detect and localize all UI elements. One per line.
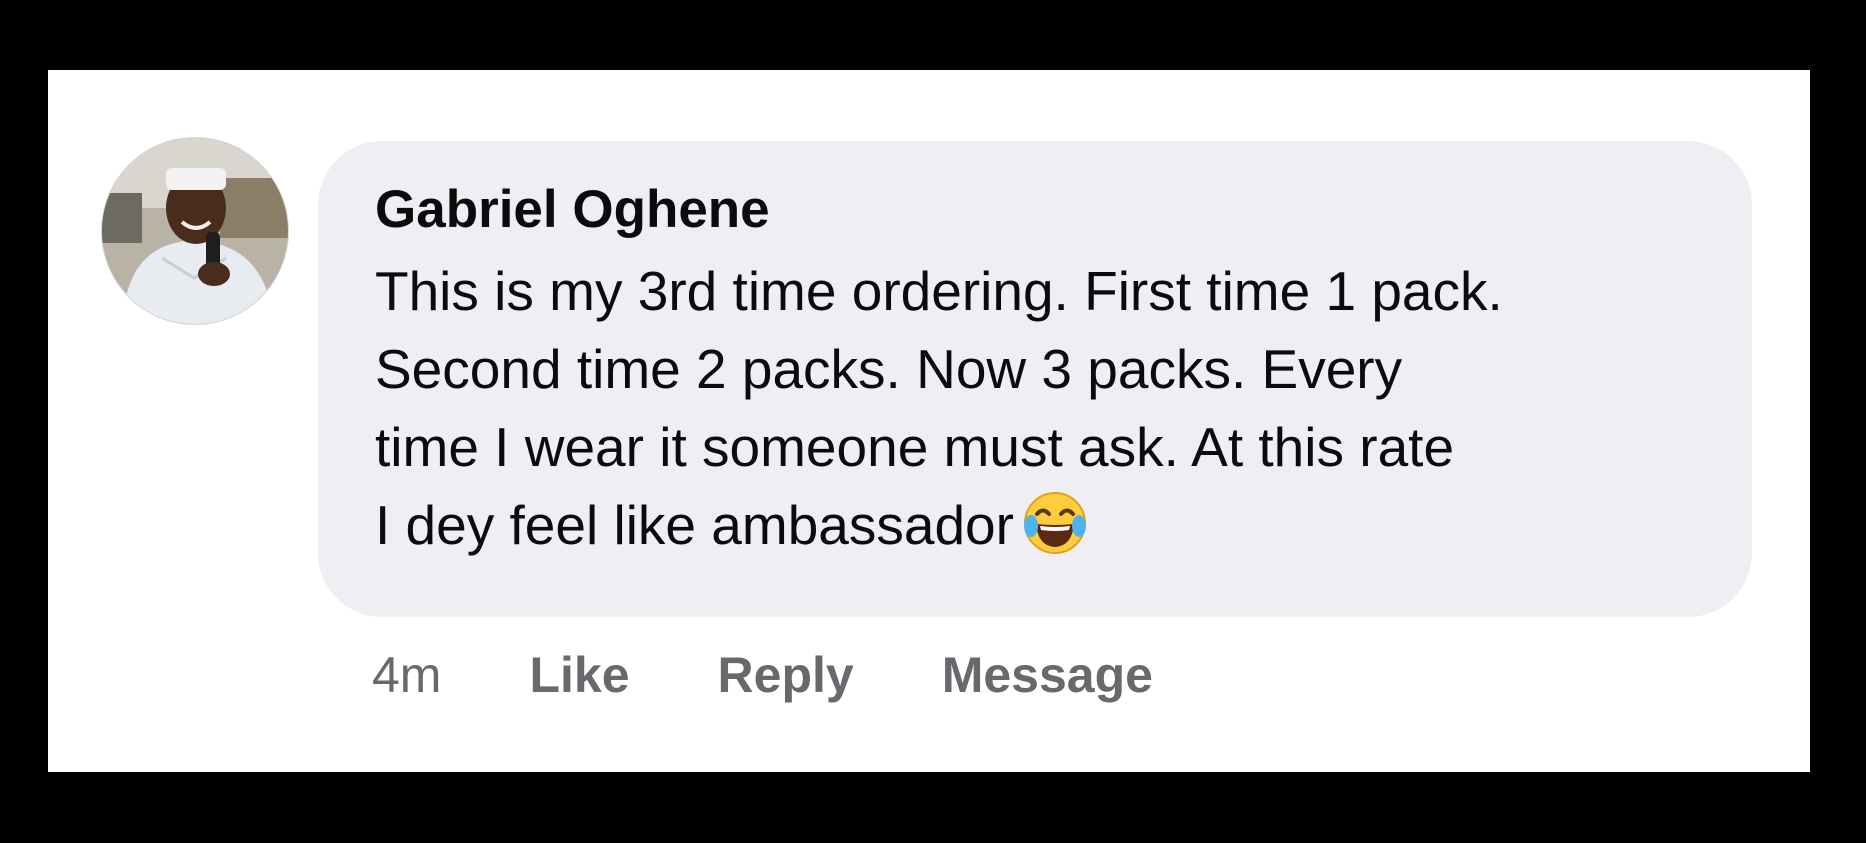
avatar[interactable] bbox=[102, 138, 288, 324]
comment-line: time I wear it someone must ask. At this… bbox=[375, 416, 1455, 478]
comment-bubble: Gabriel Oghene This is my 3rd time order… bbox=[318, 141, 1752, 617]
comment-text: This is my 3rd time ordering. First time… bbox=[375, 252, 1712, 576]
comment-line: Second time 2 packs. Now 3 packs. Every bbox=[375, 338, 1403, 400]
comment-line-last: I dey feel like ambassador bbox=[375, 486, 1712, 576]
comment-actions: 4m Like Reply Message bbox=[372, 645, 1153, 705]
comment-timestamp: 4m bbox=[372, 647, 442, 703]
message-button[interactable]: Message bbox=[942, 646, 1153, 704]
reply-button[interactable]: Reply bbox=[718, 646, 854, 704]
author-name[interactable]: Gabriel Oghene bbox=[375, 183, 1712, 236]
profile-photo bbox=[102, 138, 288, 324]
like-button[interactable]: Like bbox=[529, 646, 629, 704]
comment-line: This is my 3rd time ordering. First time… bbox=[375, 260, 1503, 322]
comment-line-text: I dey feel like ambassador bbox=[375, 494, 1014, 556]
face-with-tears-of-joy-icon bbox=[1022, 490, 1088, 576]
